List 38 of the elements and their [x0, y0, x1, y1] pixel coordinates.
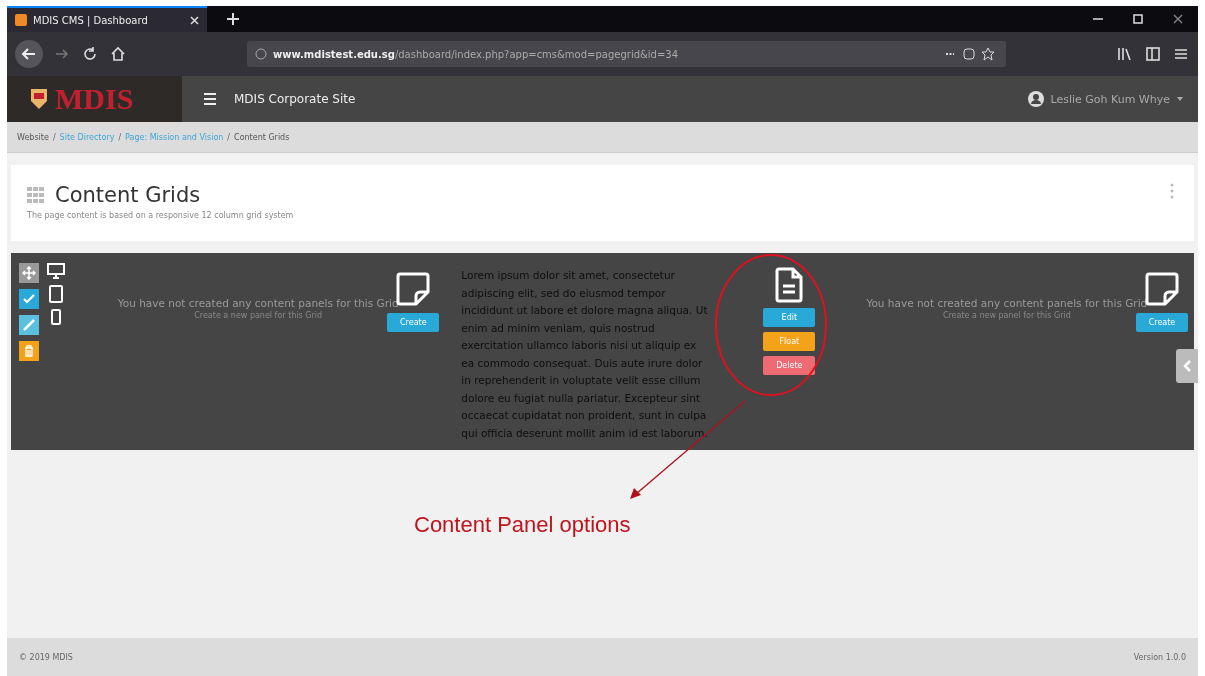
page-subtitle: The page content is based on a responsive 12 column grid system: [27, 211, 295, 220]
user-icon: [1028, 91, 1045, 107]
address-bar[interactable]: www.mdistest.edu.sg/dashboard/index.php?app=cms&mod=pagegrid&id=34: [247, 41, 1006, 67]
close-icon[interactable]: [190, 15, 199, 25]
copyright: © 2019 MDIS: [19, 652, 73, 662]
empty-message: You have not created any content panels for this Grid: [866, 297, 1148, 309]
site-name: MDIS Corporate Site: [234, 92, 356, 106]
back-icon[interactable]: [15, 40, 43, 68]
breadcrumb-separator: /: [118, 132, 122, 142]
breadcrumb-link[interactable]: Page: Mission and Vision: [125, 132, 224, 142]
grid-icon: [27, 187, 45, 203]
page-title: Content Grids: [55, 183, 201, 207]
library-icon[interactable]: [1116, 45, 1134, 63]
edit-button[interactable]: Edit: [763, 308, 816, 327]
float-button[interactable]: Float: [763, 332, 816, 351]
create-button[interactable]: Create: [387, 313, 440, 332]
breadcrumb-item: Website: [17, 132, 49, 142]
logo[interactable]: MDIS: [7, 76, 182, 122]
delete-button[interactable]: Delete: [763, 356, 816, 375]
breadcrumb-item: Content Grids: [234, 132, 290, 142]
breadcrumb-separator: /: [227, 132, 231, 142]
caret-icon[interactable]: [1176, 96, 1184, 102]
annotation-label: Content Panel options: [414, 512, 631, 538]
breadcrumb-separator: /: [52, 132, 56, 142]
check-icon[interactable]: [19, 289, 39, 309]
sidebar-icon[interactable]: [1144, 45, 1162, 63]
browser-tab[interactable]: MDIS CMS | Dashboard: [7, 6, 207, 32]
reload-icon[interactable]: [81, 45, 99, 63]
version: Version 1.0.0: [1133, 652, 1186, 662]
move-icon[interactable]: [19, 263, 39, 283]
document-icon: [775, 267, 804, 303]
collapse-handle[interactable]: [1176, 349, 1198, 383]
create-button[interactable]: Create: [1136, 313, 1188, 332]
breadcrumb-link[interactable]: Site Directory: [59, 132, 115, 142]
user-name[interactable]: Leslie Goh Kum Whye: [1050, 92, 1170, 106]
tablet-icon[interactable]: [47, 285, 65, 303]
home-icon[interactable]: [109, 45, 127, 63]
desktop-icon[interactable]: [47, 263, 65, 279]
